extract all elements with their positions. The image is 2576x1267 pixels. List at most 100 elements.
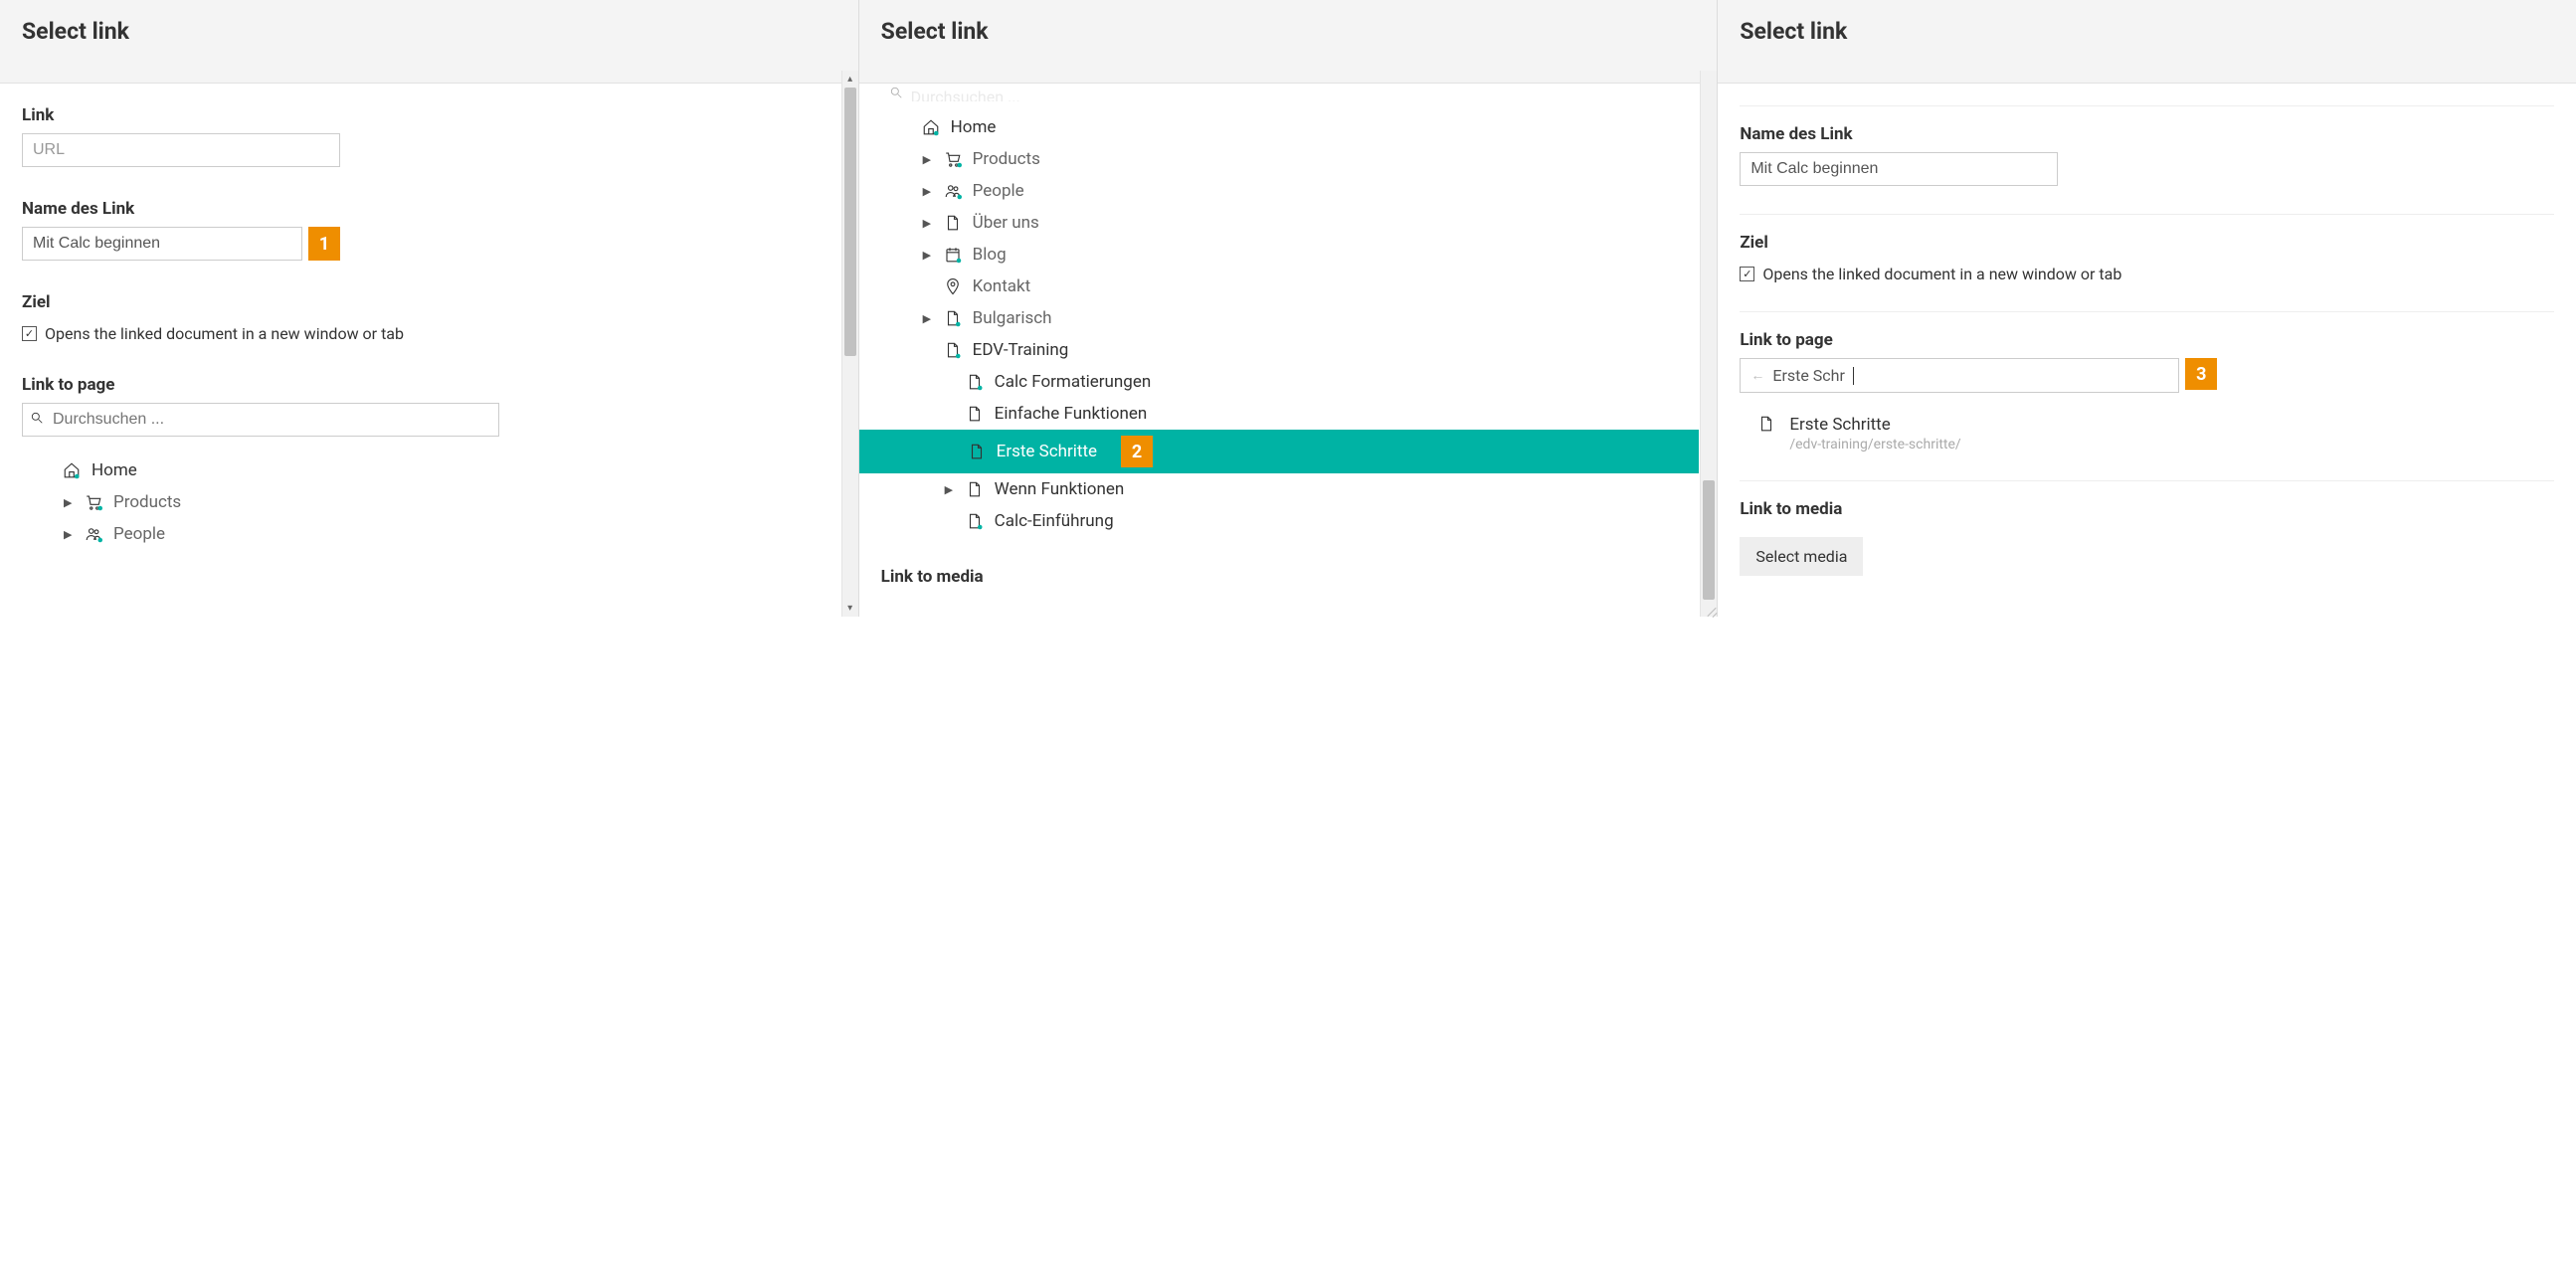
caret-icon[interactable]: ▶ [945, 483, 955, 496]
page-search-value: Erste Schr [1772, 366, 1845, 385]
result-title: Erste Schritte [1789, 415, 1960, 435]
open-new-tab-label: Opens the linked document in a new windo… [45, 324, 404, 343]
open-new-tab-checkbox[interactable] [22, 326, 37, 341]
document-icon [943, 309, 963, 327]
name-des-link-label: Name des Link [22, 199, 819, 219]
caret-icon[interactable]: ▶ [923, 153, 933, 166]
caret-icon[interactable]: ▶ [64, 496, 74, 509]
url-input[interactable] [22, 133, 340, 167]
tree-item-label: EDV-Training [973, 340, 1069, 360]
tree-item-uber-uns[interactable]: ▶ Über uns [881, 207, 1678, 239]
scrollbar[interactable]: ▴ ▾ [841, 71, 858, 617]
tree-item-home[interactable]: Home [881, 111, 1678, 143]
resize-handle-icon[interactable] [1703, 603, 1717, 617]
panel-title: Select link [0, 0, 858, 84]
tree-item-people[interactable]: ▶ People [22, 518, 819, 550]
tree-item-home[interactable]: Home [22, 454, 819, 486]
annotation-badge-3: 3 [2185, 358, 2217, 390]
document-icon [943, 341, 963, 359]
caret-icon[interactable]: ▶ [923, 312, 933, 325]
link-to-page-label: Link to page [1740, 330, 2554, 350]
tree-item-label: Über uns [973, 213, 1039, 233]
tree-item-bulgarisch[interactable]: ▶ Bulgarisch [881, 302, 1678, 334]
link-label: Link [22, 105, 819, 125]
link-to-page-label: Link to page [22, 375, 819, 395]
tree-item-calc-einfuhrung[interactable]: Calc-Einführung [881, 505, 1678, 537]
link-to-media-label: Link to media [1740, 499, 2554, 519]
search-icon [889, 88, 903, 101]
name-des-link-label: Name des Link [1740, 124, 2554, 144]
page-tree: Home ▶ Products ▶ People [22, 454, 819, 550]
ziel-label: Ziel [22, 292, 819, 312]
scroll-down-icon[interactable]: ▾ [842, 600, 858, 617]
panel-2: Select link Durchsuchen ... Home ▶ Produ… [859, 0, 1719, 617]
cart-icon [84, 493, 103, 511]
ziel-label: Ziel [1740, 233, 2554, 253]
document-icon [967, 443, 987, 460]
caret-icon[interactable]: ▶ [923, 249, 933, 262]
tree-item-label: Einfache Funktionen [995, 404, 1148, 424]
result-path: /edv-training/erste-schritte/ [1789, 437, 1960, 452]
tree-item-people[interactable]: ▶ People [881, 175, 1678, 207]
scroll-up-icon[interactable]: ▴ [842, 71, 858, 88]
tree-item-label: Wenn Funktionen [995, 479, 1125, 499]
tree-item-label: People [973, 181, 1024, 201]
page-tree: Home ▶ Products ▶ People ▶ Über uns [881, 111, 1678, 537]
pin-icon [943, 277, 963, 295]
tree-item-label: Calc Formatierungen [995, 372, 1152, 392]
tree-item-label: People [113, 524, 165, 544]
scrollbar-thumb[interactable] [1703, 480, 1715, 600]
search-icon [30, 411, 44, 429]
tree-item-wenn-funktionen[interactable]: ▶ Wenn Funktionen [881, 473, 1678, 505]
document-icon [965, 373, 985, 391]
open-new-tab-checkbox[interactable] [1740, 267, 1754, 281]
tree-item-products[interactable]: ▶ Products [22, 486, 819, 518]
calendar-icon [943, 246, 963, 264]
select-media-button[interactable]: Select media [1740, 537, 1863, 576]
panel-3: Select link Name des Link Ziel Opens the… [1718, 0, 2576, 617]
panel-1: Select link Link Name des Link 1 Ziel Op… [0, 0, 859, 617]
tree-item-label: Products [113, 492, 181, 512]
document-icon [965, 512, 985, 530]
tree-item-label: Home [92, 460, 137, 480]
tree-item-label: Home [951, 117, 997, 137]
tree-item-label: Products [973, 149, 1040, 169]
tree-item-calc-formatierungen[interactable]: Calc Formatierungen [881, 366, 1678, 398]
panel-title: Select link [1718, 0, 2576, 84]
open-new-tab-label: Opens the linked document in a new windo… [1762, 265, 2121, 283]
document-icon [943, 214, 963, 232]
tree-item-label: Blog [973, 245, 1007, 265]
scrollbar-thumb[interactable] [844, 88, 856, 356]
link-name-input[interactable] [22, 227, 302, 261]
tree-item-label: Kontakt [973, 276, 1031, 296]
caret-icon[interactable]: ▶ [923, 217, 933, 230]
scrollbar[interactable] [1700, 71, 1717, 617]
page-search-input[interactable]: ← Erste Schr [1740, 358, 2179, 393]
tree-item-products[interactable]: ▶ Products [881, 143, 1678, 175]
tree-item-erste-schritte[interactable]: Erste Schritte 2 [859, 430, 1700, 473]
people-icon [84, 525, 103, 543]
search-result[interactable]: Erste Schritte /edv-training/erste-schri… [1740, 415, 2554, 452]
page-search-input[interactable] [22, 403, 499, 437]
link-name-input[interactable] [1740, 152, 2058, 186]
home-icon [62, 461, 82, 479]
panel-title: Select link [859, 0, 1718, 84]
tree-item-einfache-funktionen[interactable]: Einfache Funktionen [881, 398, 1678, 430]
document-icon [965, 405, 985, 423]
document-icon [965, 480, 985, 498]
cart-icon [943, 150, 963, 168]
annotation-badge-1: 1 [308, 227, 340, 261]
back-arrow-icon[interactable]: ← [1750, 367, 1764, 384]
annotation-badge-2: 2 [1121, 436, 1153, 467]
tree-item-blog[interactable]: ▶ Blog [881, 239, 1678, 271]
tree-item-label: Erste Schritte [997, 442, 1097, 461]
caret-icon[interactable]: ▶ [64, 528, 74, 541]
caret-icon[interactable]: ▶ [923, 185, 933, 198]
home-icon [921, 118, 941, 136]
tree-item-edv-training[interactable]: EDV-Training [881, 334, 1678, 366]
link-to-media-label: Link to media [881, 567, 1678, 587]
document-icon [1757, 415, 1775, 437]
tree-item-kontakt[interactable]: Kontakt [881, 271, 1678, 302]
tree-item-label: Calc-Einführung [995, 511, 1114, 531]
tree-item-label: Bulgarisch [973, 308, 1052, 328]
